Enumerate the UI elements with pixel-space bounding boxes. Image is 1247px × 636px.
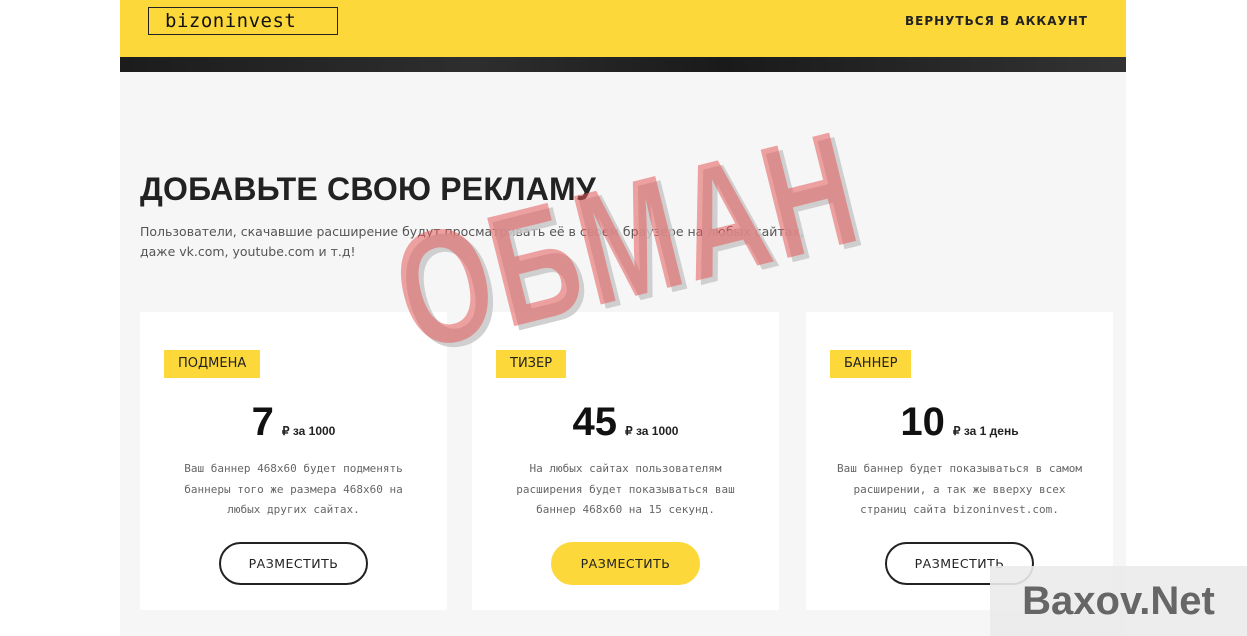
price-value: 10	[900, 400, 945, 444]
card-description: Ваш баннер 468x60 будет подменять баннер…	[184, 462, 403, 516]
site-watermark: Baxov.Net	[990, 566, 1247, 636]
page-title: ДОБАВЬТЕ СВОЮ РЕКЛАМУ	[140, 171, 596, 207]
place-ad-button[interactable]: РАЗМЕСТИТЬ	[219, 542, 368, 585]
price-value: 7	[251, 400, 274, 444]
card-price: 7 ₽ за 1000	[140, 400, 447, 445]
page-container: bizoninvest ВЕРНУТЬСЯ В АККАУНТ ДОБАВЬТЕ…	[120, 0, 1126, 636]
page-description: Пользователи, скачавшие расширение будут…	[140, 224, 804, 259]
price-unit: ₽ за 1000	[625, 424, 679, 438]
card-description: На любых сайтах пользователям расширения…	[516, 462, 735, 516]
price-value: 45	[572, 400, 618, 444]
site-logo[interactable]: bizoninvest	[148, 7, 338, 35]
card-badge: ПОДМЕНА	[164, 350, 261, 378]
card-price: 45 ₽ за 1000	[472, 400, 779, 445]
pricing-card-replace: ПОДМЕНА 7 ₽ за 1000 Ваш баннер 468x60 буд…	[140, 312, 447, 610]
price-unit: ₽ за 1000	[281, 424, 336, 438]
price-unit: ₽ за 1 день	[952, 424, 1019, 438]
header-image-strip	[120, 57, 1126, 72]
back-to-account-link[interactable]: ВЕРНУТЬСЯ В АККАУНТ	[905, 14, 1088, 28]
card-price: 10 ₽ за 1 день	[806, 400, 1113, 445]
card-badge: ТИЗЕР	[496, 350, 567, 378]
place-ad-button[interactable]: РАЗМЕСТИТЬ	[551, 542, 700, 585]
card-badge: БАННЕР	[830, 350, 912, 378]
pricing-card-teaser: ТИЗЕР 45 ₽ за 1000 На любых сайтах пользо…	[472, 312, 779, 610]
site-header: bizoninvest ВЕРНУТЬСЯ В АККАУНТ	[120, 0, 1126, 57]
card-description: Ваш баннер будет показываться в самом ра…	[836, 462, 1083, 516]
